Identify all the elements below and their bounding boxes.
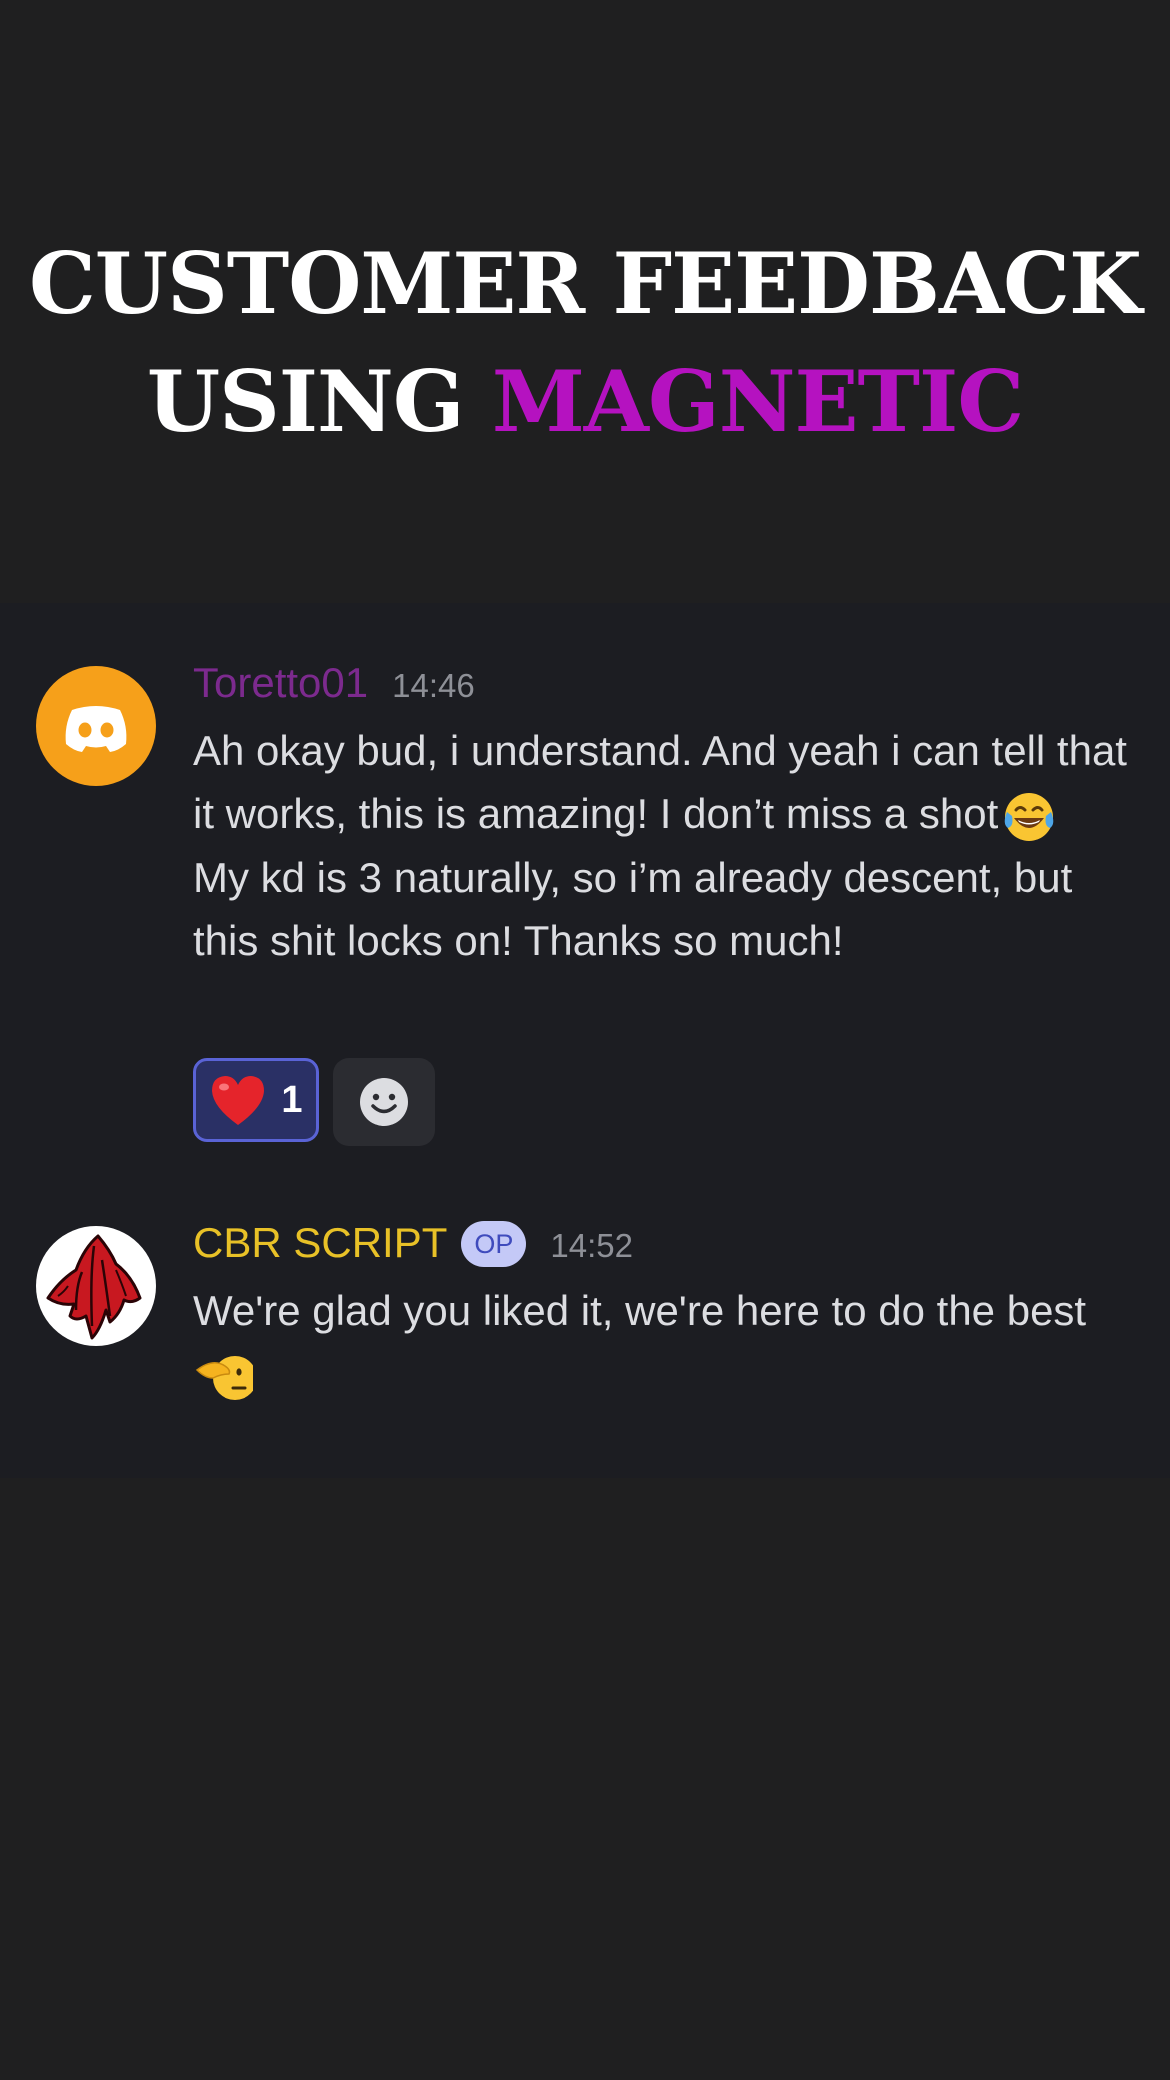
saluting-face-emoji-icon — [195, 1348, 257, 1406]
red-heart-icon — [212, 1076, 265, 1125]
timestamp: 14:52 — [550, 1227, 633, 1264]
reaction-count: 1 — [281, 1078, 303, 1121]
message-header: Toretto01 14:46 — [193, 659, 475, 709]
op-badge: OP — [461, 1221, 527, 1267]
tears-of-joy-emoji-icon — [1000, 788, 1058, 846]
message-header: CBR SCRIPT OP 14:52 — [193, 1219, 633, 1269]
headline-line-1: CUSTOMER FEEDBACK — [28, 234, 1142, 333]
timestamp: 14:46 — [392, 667, 475, 704]
message-text: Ah okay bud, i understand. And yeah i ca… — [193, 727, 1127, 837]
page-headline: CUSTOMER FEEDBACK USING MAGNETIC — [0, 225, 1170, 461]
headline-line-2-prefix: USING — [146, 352, 492, 451]
headline-accent-word: MAGNETIC — [491, 352, 1024, 451]
username[interactable]: CBR SCRIPT — [193, 1219, 447, 1267]
chat-panel: Toretto01 14:46 Ah okay bud, i understan… — [0, 603, 1170, 1478]
username[interactable]: Toretto01 — [193, 659, 368, 707]
red-cloth-avatar-icon[interactable] — [36, 1226, 156, 1346]
add-reaction-button[interactable] — [333, 1058, 435, 1146]
message-body: We're glad you liked it, we're here to d… — [193, 1279, 1143, 1406]
smiley-icon — [360, 1078, 408, 1126]
headline-line-2: USING MAGNETIC — [0, 343, 1170, 461]
message-body: Ah okay bud, i understand. And yeah i ca… — [193, 719, 1143, 972]
message-text: We're glad you liked it, we're here to d… — [193, 1287, 1087, 1334]
discord-logo-icon[interactable] — [36, 666, 156, 786]
message-text-continued: My kd is 3 naturally, so i’m already des… — [193, 853, 1073, 964]
heart-reaction-button[interactable]: 1 — [193, 1058, 319, 1142]
reaction-bar: 1 — [193, 1058, 435, 1146]
